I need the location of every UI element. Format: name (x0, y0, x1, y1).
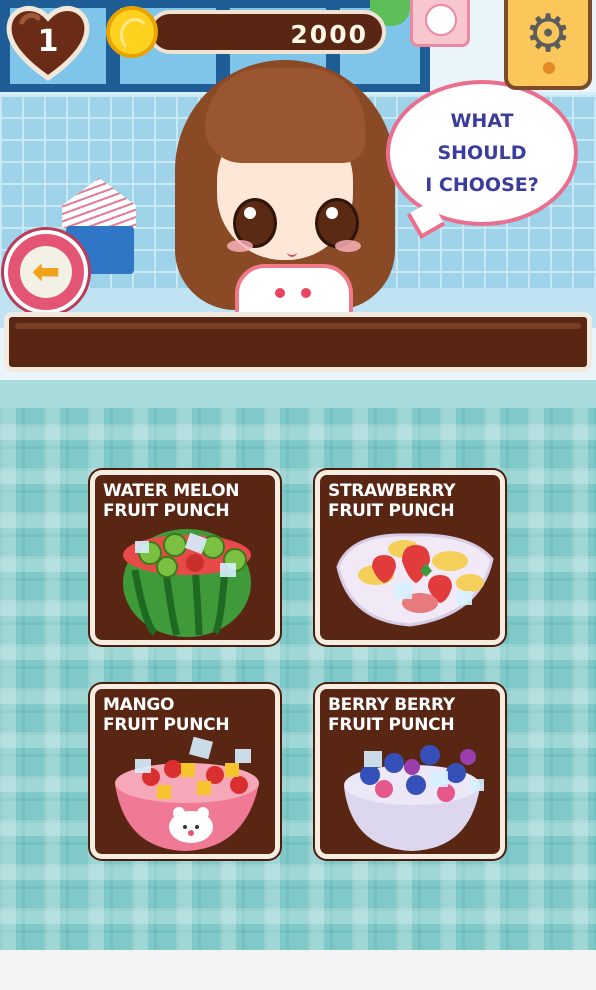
menu-item-berry-punch[interactable]: BERRY BERRY FRUIT PUNCH (315, 684, 505, 859)
menu-item-title: BERRY BERRY FRUIT PUNCH (328, 695, 455, 735)
clock-icon (410, 0, 470, 47)
gear-icon: ⚙ (524, 4, 572, 64)
menu-item-title: STRAWBERRY FRUIT PUNCH (328, 481, 456, 521)
menu-item-mango-punch[interactable]: MANGO FRUIT PUNCH (90, 684, 280, 859)
back-arrow-icon: ⬅ (31, 252, 61, 292)
speech-line-3: I CHOOSE? (425, 174, 539, 196)
lives-counter: 1 (4, 2, 92, 82)
settings-button[interactable]: ⚙ (504, 0, 592, 90)
back-button[interactable]: ⬅ (4, 230, 88, 314)
bottom-strip (0, 950, 596, 990)
coin-balance: 2000 (148, 10, 386, 54)
coin-value: 2000 (290, 20, 368, 49)
menu-item-title: WATER MELON FRUIT PUNCH (103, 481, 240, 521)
coin-icon (106, 6, 158, 58)
lives-value: 1 (37, 24, 59, 59)
speech-bubble: WHAT SHOULD I CHOOSE? (386, 80, 578, 226)
speech-line-1: WHAT (450, 110, 514, 132)
order-bar (4, 312, 592, 372)
menu-item-title: MANGO FRUIT PUNCH (103, 695, 230, 735)
menu-board (0, 380, 596, 950)
menu-item-watermelon-punch[interactable]: WATER MELON FRUIT PUNCH (90, 470, 280, 645)
menu-item-strawberry-punch[interactable]: STRAWBERRY FRUIT PUNCH (315, 470, 505, 645)
customer-girl (165, 50, 405, 328)
speech-line-2: SHOULD (437, 142, 527, 164)
